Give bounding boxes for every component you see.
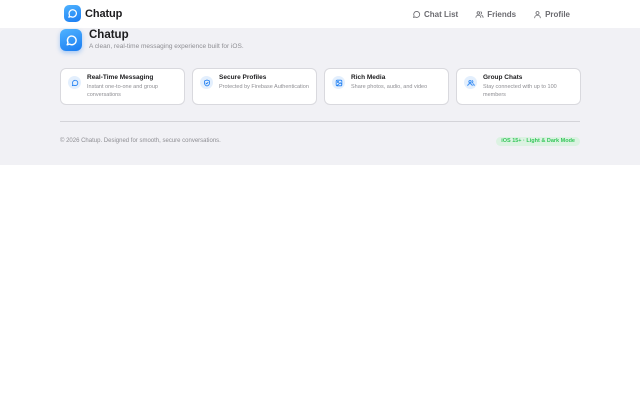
nav-item-profile[interactable]: Profile — [533, 10, 570, 19]
nav-item-label: Chat List — [423, 9, 459, 19]
page-title: Chatup — [89, 29, 129, 41]
image-icon — [332, 76, 345, 89]
shield-check-icon — [200, 76, 213, 89]
feature-description: Share photos, audio, and video — [351, 84, 428, 90]
feature-title: Rich Media — [351, 74, 386, 81]
chat-bubble-icon — [413, 10, 421, 18]
feature-card-real-time-messaging: Real-Time Messaging Instant one-to-one a… — [60, 68, 185, 105]
main-nav: Chat List Friends Profile — [395, 0, 570, 28]
users-icon — [475, 10, 484, 18]
user-icon — [534, 10, 541, 18]
feature-title: Group Chats — [483, 74, 523, 81]
page-subtitle: A clean, real-time messaging experience … — [89, 43, 244, 50]
platform-badge: iOS 15+ · Light & Dark Mode — [496, 137, 580, 146]
nav-item-friends[interactable]: Friends — [475, 10, 516, 19]
feature-cards: Real-Time Messaging Instant one-to-one a… — [60, 68, 581, 105]
app-logo-icon — [60, 29, 82, 51]
feature-card-group-chats: Group Chats Stay connected with up to 10… — [456, 68, 581, 105]
top-navigation-bar: Chatup Chat List Friends Profile — [0, 0, 640, 28]
brand[interactable]: Chatup — [64, 5, 122, 22]
nav-item-chat-list[interactable]: Chat List — [412, 10, 458, 19]
feature-description: Instant one-to-one and group conversatio… — [87, 84, 158, 98]
chat-bubble-icon — [68, 76, 81, 89]
hero-section: Chatup A clean, real-time messaging expe… — [0, 28, 640, 165]
feature-description: Stay connected with up to 100 members — [483, 84, 557, 98]
feature-card-secure-profiles: Secure Profiles Protected by Firebase Au… — [192, 68, 317, 105]
footer-copyright: © 2026 Chatup. Designed for smooth, secu… — [60, 138, 221, 144]
feature-title: Real-Time Messaging — [87, 74, 154, 81]
feature-card-rich-media: Rich Media Share photos, audio, and vide… — [324, 68, 449, 105]
users-icon — [464, 76, 477, 89]
nav-item-label: Profile — [545, 9, 570, 19]
divider — [60, 121, 580, 122]
feature-title: Secure Profiles — [219, 74, 267, 81]
brand-name: Chatup — [85, 7, 123, 20]
nav-item-label: Friends — [487, 9, 517, 19]
feature-description: Protected by Firebase Authentication — [219, 84, 309, 90]
app-logo-icon — [64, 5, 81, 22]
